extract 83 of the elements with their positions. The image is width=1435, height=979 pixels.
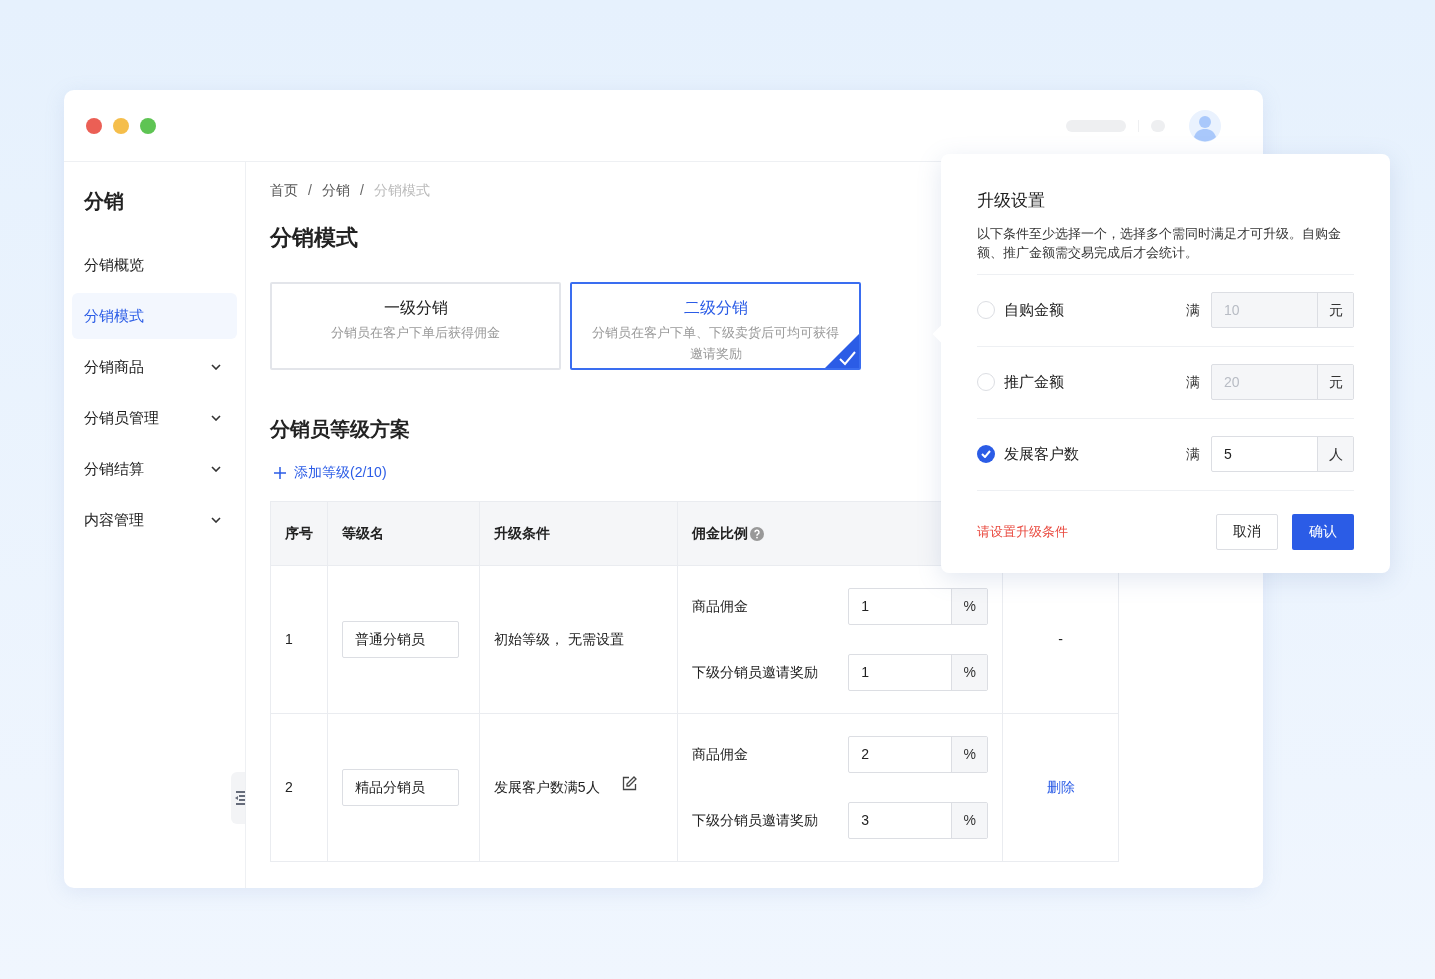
collapse-handle[interactable] (231, 772, 245, 824)
mode-card[interactable]: 一级分销 分销员在客户下单后获得佣金 (270, 282, 561, 370)
field-value: 1 (860, 597, 870, 616)
table-cell-text: 初始等级， 无需设置 (493, 630, 624, 649)
checkbox[interactable] (977, 301, 995, 319)
sidebar-title: 分销 (83, 189, 125, 214)
breadcrumb-separator: / (308, 181, 312, 200)
chevron-down-icon (211, 364, 221, 370)
table-cell-text: 发展客户数满5人 (493, 778, 600, 797)
checkbox[interactable] (977, 445, 995, 463)
prefix-label: 满 (1186, 300, 1200, 320)
collapse-icon (235, 791, 245, 805)
delete-link[interactable]: 删除 (1046, 779, 1075, 795)
unit-label: 人 (1317, 437, 1353, 471)
popover-title: 升级设置 (977, 190, 1046, 212)
condition-label: 自购金额 (1004, 299, 1065, 320)
avatar-icon[interactable] (1189, 109, 1221, 142)
popover-description: 以下条件至少选择一个，选择多个需同时满足才可升级。自购金额、推广金额需交易完成后才会统计。 (977, 223, 1354, 275)
commission-label: 商品佣金 (691, 597, 748, 616)
unit-label: % (951, 803, 988, 838)
mode-description: 分销员在客户下单后获得佣金 (330, 324, 501, 342)
cancel-button[interactable]: 取消 (1216, 513, 1278, 550)
sidebar-item[interactable]: 分销模式 (72, 293, 237, 339)
number-field[interactable]: 2 % (848, 736, 989, 773)
field-value: 2 (860, 745, 870, 764)
unit-label: % (951, 655, 988, 690)
table-cell: - (1058, 631, 1063, 647)
page-title: 分销模式 (270, 224, 358, 252)
sidebar-item[interactable]: 分销结算 (72, 446, 237, 492)
number-field[interactable]: 10 元 (1211, 292, 1354, 328)
prefix-label: 满 (1186, 444, 1200, 464)
level-name-field[interactable]: 精品分销员 (341, 769, 459, 806)
number-field[interactable]: 1 % (848, 588, 989, 625)
sidebar-item[interactable]: 内容管理 (72, 497, 237, 543)
error-message: 请设置升级条件 (977, 522, 1069, 541)
check-icon (981, 450, 991, 458)
mode-title: 一级分销 (383, 298, 448, 318)
table-cell: 1 (285, 631, 293, 647)
sidebar-item[interactable]: 分销员管理 (72, 395, 237, 441)
breadcrumb-item: 分销模式 (373, 181, 430, 200)
unit-label: 元 (1317, 293, 1353, 327)
column-header: 等级名 (341, 524, 384, 543)
level-name-field[interactable]: 普通分销员 (341, 621, 459, 658)
commission-label: 下级分销员邀请奖励 (691, 663, 818, 682)
column-header: 佣金比例 (691, 524, 748, 543)
chevron-down-icon (211, 517, 221, 523)
chevron-down-icon (211, 415, 221, 421)
mode-description: 分销员在客户下单、下级卖货后可均可获得邀请奖励 (591, 324, 840, 363)
number-field[interactable]: 1 % (848, 654, 989, 691)
breadcrumb-item[interactable]: 分销 (321, 180, 350, 201)
edit-icon[interactable] (621, 776, 637, 791)
number-field[interactable]: 20 元 (1211, 364, 1354, 400)
prefix-label: 满 (1186, 372, 1200, 392)
condition-label: 发展客户数 (1004, 443, 1080, 464)
column-header: 序号 (285, 524, 313, 543)
mode-title: 二级分销 (683, 298, 748, 318)
column-header: 升级条件 (493, 524, 550, 543)
number-field[interactable]: 3 % (848, 802, 989, 839)
sidebar-item[interactable]: 分销概览 (72, 242, 237, 288)
plus-icon (274, 466, 286, 479)
field-value: 1 (860, 663, 870, 682)
checkbox[interactable] (977, 373, 995, 391)
breadcrumb-separator: / (359, 181, 364, 200)
field-value: 3 (860, 811, 870, 830)
chevron-down-icon (211, 466, 221, 472)
field-value: 5 (1223, 444, 1233, 464)
field-value: 20 (1223, 372, 1241, 392)
number-field[interactable]: 5 人 (1211, 436, 1354, 472)
table-cell: 2 (285, 779, 293, 795)
unit-label: % (951, 589, 988, 624)
condition-label: 推广金额 (1004, 371, 1065, 392)
mode-card[interactable]: 二级分销 分销员在客户下单、下级卖货后可均可获得邀请奖励 (570, 282, 861, 370)
commission-label: 下级分销员邀请奖励 (691, 811, 818, 830)
add-level-button[interactable]: 添加等级(2/10) (274, 462, 387, 483)
section-title: 分销员等级方案 (270, 417, 411, 442)
breadcrumb-item[interactable]: 首页 (270, 180, 298, 201)
help-icon[interactable] (749, 526, 764, 541)
field-value: 10 (1223, 300, 1241, 320)
unit-label: % (951, 737, 988, 772)
confirm-button[interactable]: 确认 (1292, 513, 1354, 550)
sidebar-item[interactable]: 分销商品 (72, 344, 237, 390)
commission-label: 商品佣金 (691, 745, 748, 764)
unit-label: 元 (1317, 365, 1353, 399)
